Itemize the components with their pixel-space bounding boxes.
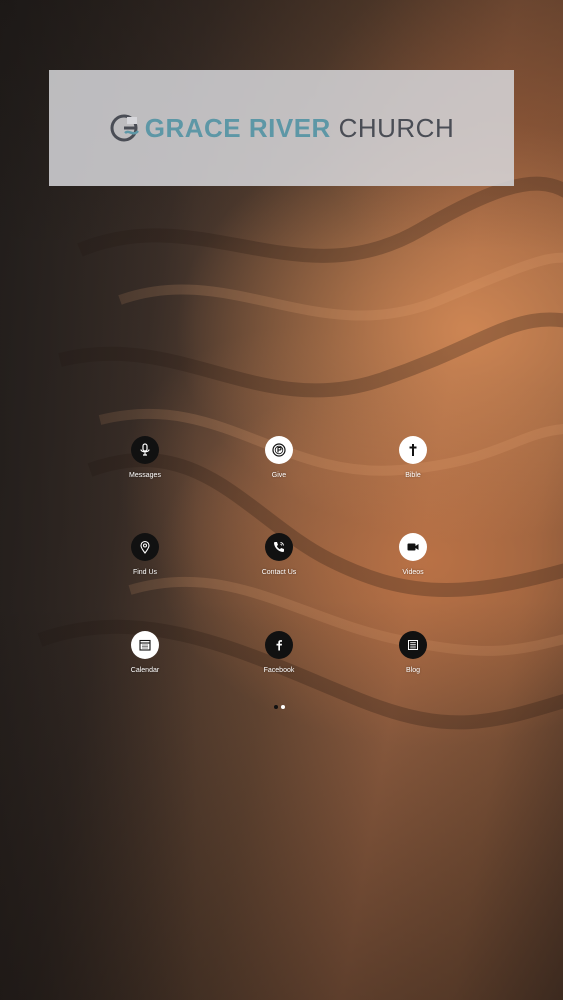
tile-label: Blog — [405, 667, 420, 674]
map-pin-icon — [131, 533, 159, 561]
facebook-icon — [265, 631, 293, 659]
tile-label: Messages — [129, 472, 161, 479]
tile-calendar[interactable]: Calendar — [100, 631, 190, 691]
page-dot-1[interactable] — [274, 705, 278, 709]
tile-label: Calendar — [130, 667, 160, 674]
calendar-icon — [131, 631, 159, 659]
tile-bible[interactable]: Bible — [368, 436, 458, 496]
tile-label: Give — [271, 472, 287, 479]
page-dot-2[interactable] — [281, 705, 285, 709]
app-grid: Messages Give Bible Find Us Contact Us V… — [0, 0, 563, 1000]
tile-label: Facebook — [263, 667, 295, 674]
tile-blog[interactable]: Blog — [368, 631, 458, 691]
tile-videos[interactable]: Videos — [368, 533, 458, 593]
tile-facebook[interactable]: Facebook — [234, 631, 324, 691]
tile-messages[interactable]: Messages — [100, 436, 190, 496]
tile-label: Videos — [402, 569, 424, 576]
microphone-icon — [131, 436, 159, 464]
give-icon — [265, 436, 293, 464]
cross-icon — [399, 436, 427, 464]
news-icon — [399, 631, 427, 659]
tile-give[interactable]: Give — [234, 436, 324, 496]
tile-label: Contact Us — [261, 569, 297, 576]
video-camera-icon — [399, 533, 427, 561]
tile-label: Bible — [405, 472, 421, 479]
tile-find-us[interactable]: Find Us — [100, 533, 190, 593]
page-indicator — [274, 705, 285, 709]
tile-contact-us[interactable]: Contact Us — [234, 533, 324, 593]
phone-icon — [265, 533, 293, 561]
tile-label: Find Us — [132, 569, 158, 576]
